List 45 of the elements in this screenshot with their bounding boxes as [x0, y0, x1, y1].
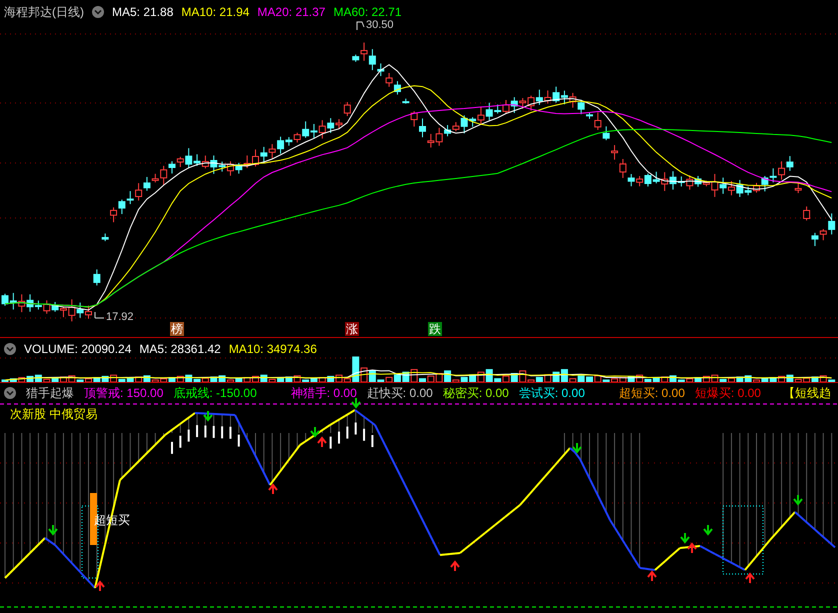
indicator-value: 尝试买: 0.00: [518, 385, 585, 402]
stock-title: 海程邦达(日线): [4, 4, 84, 21]
event-marker[interactable]: 涨: [345, 322, 359, 336]
up-arrow-icon: [95, 580, 105, 592]
down-arrow-icon: [793, 494, 803, 506]
low-price-label: 17.92: [106, 312, 134, 323]
indicator-value: 短爆买: 0.00: [694, 385, 761, 402]
up-arrow-icon: [450, 560, 460, 572]
up-arrow-icon: [268, 483, 278, 495]
down-arrow-icon: [351, 397, 361, 409]
highlight-box: [722, 506, 764, 574]
event-marker[interactable]: 跌: [428, 322, 442, 336]
up-arrow-icon: [745, 572, 755, 584]
down-arrow-icon: [310, 426, 320, 438]
volume-value: MA10: 34974.36: [228, 341, 317, 358]
indicator-value: 超短买: 0.00: [618, 385, 685, 402]
volume-value: MA5: 28361.42: [139, 341, 221, 358]
leader-line: [94, 312, 104, 318]
ma-value: MA5: 21.88: [112, 4, 174, 21]
collapse-icon[interactable]: [4, 343, 16, 355]
ma-value: MA60: 22.71: [333, 4, 402, 20]
volume-value: VOLUME: 20090.24: [24, 341, 132, 358]
event-marker[interactable]: 榜: [170, 322, 184, 336]
indicator-title: 猎手起爆: [26, 385, 74, 402]
collapse-icon[interactable]: [92, 6, 104, 18]
indicator-value: 赶快买: 0.00: [366, 385, 433, 402]
indicator-value: 秘密买: 0.00: [442, 385, 509, 402]
up-arrow-icon: [317, 436, 327, 448]
down-arrow-icon: [48, 524, 58, 536]
down-arrow-icon: [703, 524, 713, 536]
indicator-value: 底戒线: -150.00: [173, 385, 257, 402]
leader-line: [356, 22, 364, 30]
indicator-subtitle: 次新股 中俄贸易: [10, 406, 98, 423]
up-arrow-icon: [687, 542, 697, 554]
indicator-value: 神猎手: 0.00: [290, 385, 357, 402]
collapse-icon[interactable]: [4, 387, 16, 399]
down-arrow-icon: [203, 410, 213, 422]
ma-value: MA20: 21.37: [257, 4, 326, 21]
high-price-label: 30.50: [366, 20, 394, 31]
ma-value: MA10: 21.94: [181, 4, 250, 21]
down-arrow-icon: [680, 532, 690, 544]
indicator-value: 顶警戒: 150.00: [84, 385, 164, 402]
indicator-value: 【短线趋: [782, 385, 831, 402]
up-arrow-icon: [647, 570, 657, 582]
down-arrow-icon: [572, 442, 582, 454]
